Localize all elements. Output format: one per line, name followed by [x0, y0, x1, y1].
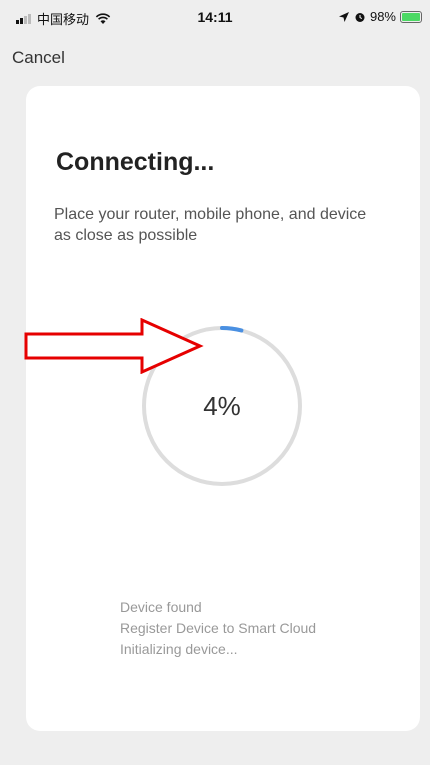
step-item: Initializing device...: [120, 641, 238, 657]
connecting-card: Connecting... Place your router, mobile …: [26, 86, 420, 731]
step-list: Device found Register Device to Smart Cl…: [120, 597, 316, 660]
location-icon: [338, 11, 349, 22]
step-item: Device found: [120, 599, 202, 615]
instruction-text: Place your router, mobile phone, and dev…: [54, 206, 367, 244]
battery-percent: 98%: [369, 9, 396, 24]
page-title: Connecting...: [56, 148, 215, 176]
alarm-icon: [355, 12, 365, 22]
battery-icon: [400, 10, 422, 23]
battery-fill: [402, 12, 420, 21]
cancel-button[interactable]: Cancel: [12, 48, 65, 68]
annotation-arrow-icon: [24, 318, 204, 374]
screen: 中国移动 14:11 98% Cancel Connecting... Plac…: [0, 0, 430, 765]
status-right: 98%: [338, 9, 422, 24]
status-bar: 中国移动 14:11 98%: [0, 0, 430, 36]
step-item: Register Device to Smart Cloud: [120, 620, 317, 636]
